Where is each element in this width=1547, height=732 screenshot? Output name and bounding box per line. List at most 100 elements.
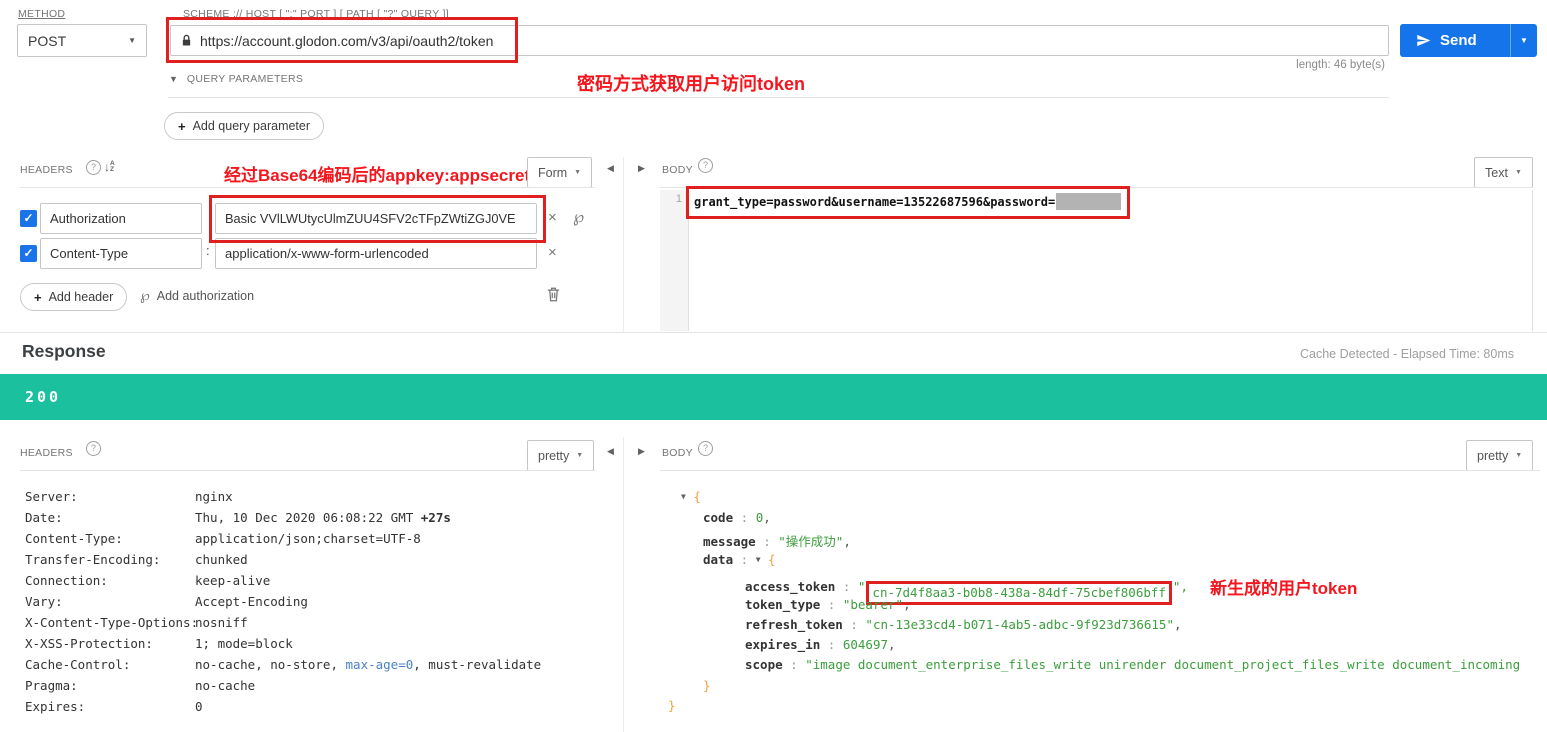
- header-value-after: , must-revalidate: [413, 657, 541, 672]
- add-authorization-label: Add authorization: [157, 289, 254, 303]
- json-quote: ",: [1173, 579, 1188, 594]
- authorization-checkbox[interactable]: ✓: [20, 210, 37, 227]
- collapse-data-icon[interactable]: ▼: [756, 555, 761, 564]
- status-bar: [0, 374, 1547, 420]
- response-panel-splitter[interactable]: [623, 437, 624, 732]
- json-comma: ,: [843, 534, 851, 549]
- lock-icon: [181, 34, 192, 47]
- collapse-response-left-icon[interactable]: ◀: [607, 446, 614, 457]
- body-help-icon[interactable]: ?: [698, 158, 713, 173]
- body-text-dropdown[interactable]: Text ▼: [1474, 157, 1533, 188]
- json-comma: ,: [903, 597, 911, 612]
- header-name-text: Content-Type: [50, 246, 128, 261]
- json-sep: :: [820, 597, 843, 612]
- send-button[interactable]: Send ▼: [1400, 24, 1537, 57]
- remove-authorization-header-icon[interactable]: ×: [548, 209, 557, 226]
- response-header-row: Pragma:no-cache: [25, 678, 255, 693]
- response-body-label: BODY: [662, 447, 693, 459]
- response-header-row: X-Content-Type-Options:nosniff: [25, 615, 248, 630]
- method-select[interactable]: POST ▼: [17, 24, 147, 57]
- request-headers-label: HEADERS: [20, 164, 73, 176]
- key-icon[interactable]: ℘: [573, 207, 584, 226]
- header-value: 1; mode=block: [195, 636, 293, 651]
- response-header-row: Connection:keep-alive: [25, 573, 270, 588]
- json-comma: ,: [1174, 617, 1182, 632]
- request-body-editor[interactable]: grant_type=password&username=13522687596…: [694, 193, 1121, 210]
- response-body-pretty-dropdown[interactable]: pretty ▼: [1466, 440, 1533, 471]
- response-headers-list: Server:nginx Date:Thu, 10 Dec 2020 06:08…: [0, 480, 623, 732]
- json-message-line: message : "操作成功",: [703, 531, 851, 550]
- query-parameters-label: QUERY PARAMETERS: [187, 73, 303, 85]
- close-brace: }: [668, 698, 676, 713]
- body-editor-gutter: 1: [660, 190, 689, 331]
- max-age-link[interactable]: max-age=0: [346, 657, 414, 672]
- json-value: "image document_enterprise_files_write u…: [805, 657, 1520, 672]
- header-value-input-authorization[interactable]: Basic VVlLWUtycUlmZUU4SFV2cTFpZWtiZGJ0VE: [215, 203, 537, 234]
- add-header-button[interactable]: + Add header: [20, 283, 127, 311]
- headers-form-dropdown[interactable]: Form ▼: [527, 157, 592, 188]
- header-value: Thu, 10 Dec 2020 06:08:22 GMT: [195, 510, 421, 525]
- headers-help-icon[interactable]: ?: [86, 160, 101, 175]
- colon-separator: :: [206, 243, 210, 258]
- add-authorization-button[interactable]: ℘ Add authorization: [140, 288, 254, 304]
- response-header-row: Date:Thu, 10 Dec 2020 06:08:22 GMT +27s: [25, 510, 451, 525]
- header-name-text: Authorization: [50, 211, 126, 226]
- sort-headers-icon[interactable]: ↓ AZ: [104, 160, 115, 174]
- expand-response-body-icon[interactable]: ▶: [638, 446, 645, 457]
- header-value-text: application/x-www-form-urlencoded: [225, 246, 429, 261]
- pretty-dropdown-label: pretty: [538, 449, 569, 463]
- collapse-root-icon[interactable]: ▼: [681, 492, 686, 501]
- json-close-outer-line: }: [668, 698, 676, 713]
- access-token-highlight-box: cn-7d4f8aa3-b0b8-438a-84df-75cbef806bff: [866, 581, 1172, 605]
- plus-icon: +: [34, 290, 42, 305]
- chevron-down-icon: ▼: [1515, 452, 1522, 459]
- header-name-input-content-type[interactable]: Content-Type: [40, 238, 202, 269]
- api-tester-screen: METHOD POST ▼ SCHEME :// HOST [ ":" PORT…: [0, 0, 1547, 732]
- remove-content-type-header-icon[interactable]: ×: [548, 244, 557, 261]
- close-brace: }: [703, 678, 711, 693]
- header-value: 0: [195, 699, 203, 714]
- response-headers-help-icon[interactable]: ?: [86, 441, 101, 456]
- response-headers-label: HEADERS: [20, 447, 73, 459]
- response-body-help-icon[interactable]: ?: [698, 441, 713, 456]
- header-value-input-content-type[interactable]: application/x-www-form-urlencoded: [215, 238, 537, 269]
- json-expires-in-line: expires_in : 604697,: [745, 637, 896, 652]
- query-parameters-toggle[interactable]: ▼ QUERY PARAMETERS: [169, 73, 303, 85]
- response-body-divider: [660, 470, 1540, 471]
- json-key: code: [703, 510, 733, 525]
- json-sep: :: [733, 552, 756, 567]
- json-scope-line: scope : "image document_enterprise_files…: [745, 657, 1520, 672]
- json-close-inner-line: }: [703, 678, 711, 693]
- header-value: Accept-Encoding: [195, 594, 308, 609]
- delete-headers-icon[interactable]: [546, 286, 561, 303]
- response-header-row: X-XSS-Protection:1; mode=block: [25, 636, 293, 651]
- content-type-checkbox[interactable]: ✓: [20, 245, 37, 262]
- json-key: message: [703, 534, 756, 549]
- response-headers-pretty-dropdown[interactable]: pretty ▼: [527, 440, 594, 471]
- json-comma: ,: [763, 510, 771, 525]
- header-name-input-authorization[interactable]: Authorization: [40, 203, 202, 234]
- form-dropdown-label: Form: [538, 166, 567, 180]
- header-key: Connection:: [25, 573, 195, 588]
- url-text: https://account.glodon.com/v3/api/oauth2…: [200, 33, 493, 49]
- send-label: Send: [1440, 32, 1477, 49]
- key-icon: ℘: [140, 288, 150, 304]
- check-icon: ✓: [23, 211, 33, 225]
- expand-body-panel-icon[interactable]: ▶: [638, 163, 645, 174]
- add-query-parameter-button[interactable]: + Add query parameter: [164, 112, 324, 140]
- json-key: data: [703, 552, 733, 567]
- response-section-divider: [0, 332, 1547, 333]
- url-input[interactable]: https://account.glodon.com/v3/api/oauth2…: [170, 25, 1389, 56]
- request-panel-splitter[interactable]: [623, 157, 624, 333]
- json-value: 604697: [843, 637, 888, 652]
- json-key: access_token: [745, 579, 835, 594]
- collapse-left-panel-icon[interactable]: ◀: [607, 163, 614, 174]
- header-value: no-cache, no-store,: [195, 657, 346, 672]
- plus-icon: +: [178, 119, 186, 134]
- json-sep: :: [835, 579, 858, 594]
- json-root-line: ▼ {: [681, 489, 701, 504]
- header-key: X-XSS-Protection:: [25, 636, 195, 651]
- chevron-down-icon: ▼: [1515, 169, 1522, 176]
- json-value: "cn-13e33cd4-b071-4ab5-adbc-9f923d736615…: [865, 617, 1174, 632]
- send-options-caret-icon[interactable]: ▼: [1511, 36, 1537, 45]
